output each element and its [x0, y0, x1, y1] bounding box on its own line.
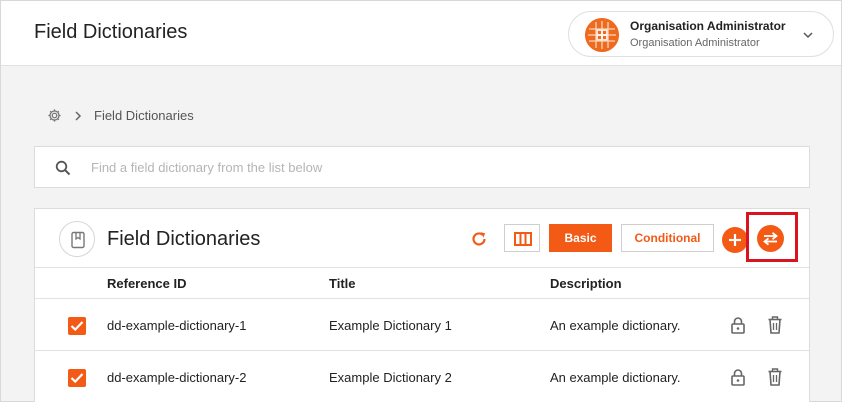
conditional-filter-button[interactable]: Conditional	[621, 224, 714, 252]
plus-icon	[729, 234, 741, 246]
table-row[interactable]: dd-example-dictionary-2 Example Dictiona…	[35, 351, 809, 402]
breadcrumb-current: Field Dictionaries	[94, 108, 194, 123]
dictionary-icon	[59, 221, 95, 257]
app-title: Field Dictionaries	[34, 21, 188, 43]
table-row[interactable]: dd-example-dictionary-1 Example Dictiona…	[35, 299, 809, 351]
table-header: Reference ID Title Description	[35, 267, 809, 299]
columns-button[interactable]	[504, 224, 540, 252]
gear-icon[interactable]	[47, 108, 62, 123]
basic-filter-button[interactable]: Basic	[549, 224, 612, 252]
cell-title: Example Dictionary 1	[329, 318, 452, 333]
check-icon	[70, 373, 84, 384]
field-dictionaries-panel: Field Dictionaries Basic Conditional Ref…	[34, 208, 810, 402]
column-header-title[interactable]: Title	[329, 276, 356, 291]
column-header-reference-id[interactable]: Reference ID	[107, 276, 186, 291]
user-menu[interactable]: Organisation Administrator Organisation …	[568, 11, 834, 57]
cell-reference-id: dd-example-dictionary-2	[107, 370, 247, 385]
lock-icon[interactable]	[730, 368, 746, 386]
chevron-down-icon[interactable]	[802, 29, 814, 41]
organisation-avatar	[585, 18, 619, 52]
row-checkbox[interactable]	[68, 317, 86, 335]
user-name: Organisation Administrator	[630, 19, 786, 33]
dictionaries-table: Reference ID Title Description dd-exampl…	[35, 267, 809, 402]
lock-icon[interactable]	[730, 316, 746, 334]
cell-description: An example dictionary.	[550, 318, 681, 333]
cell-title: Example Dictionary 2	[329, 370, 452, 385]
cell-description: An example dictionary.	[550, 370, 681, 385]
swap-button[interactable]	[757, 225, 784, 252]
chevron-right-icon	[75, 111, 82, 121]
trash-icon[interactable]	[768, 368, 782, 386]
refresh-icon[interactable]	[469, 229, 489, 249]
add-dictionary-button[interactable]	[722, 227, 748, 253]
check-icon	[70, 321, 84, 332]
columns-icon	[514, 232, 532, 246]
swap-arrows-icon	[763, 232, 778, 246]
trash-icon[interactable]	[768, 316, 782, 334]
column-header-description[interactable]: Description	[550, 276, 622, 291]
search-input[interactable]	[91, 155, 791, 179]
panel-title: Field Dictionaries	[107, 228, 261, 250]
row-checkbox[interactable]	[68, 369, 86, 387]
cell-reference-id: dd-example-dictionary-1	[107, 318, 247, 333]
search-icon	[55, 160, 71, 176]
user-role: Organisation Administrator	[630, 37, 760, 49]
search-bar	[34, 146, 810, 188]
top-bar: Field Dictionaries Organisation Administ…	[1, 1, 841, 66]
